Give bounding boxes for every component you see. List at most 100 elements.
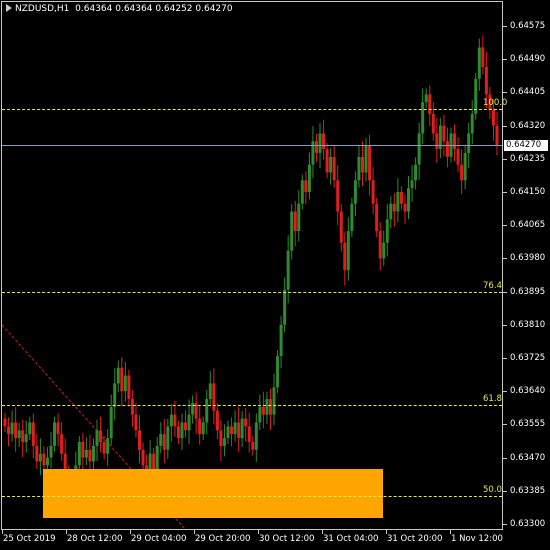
price-tick-label: 0.63895 [510, 286, 546, 297]
candle-body [88, 449, 92, 462]
candle-body [35, 445, 39, 462]
time-tick-label: 25 Oct 2019 [3, 534, 56, 544]
candle [431, 101, 435, 141]
candle-body [293, 211, 297, 232]
price-tick-label: 0.64405 [510, 87, 546, 98]
candle-body [155, 445, 159, 470]
time-tick-label: 1 Nov 12:00 [451, 534, 503, 544]
candle-body [453, 133, 457, 150]
candle [385, 204, 389, 257]
candle-body [414, 164, 418, 181]
candle-body [283, 289, 287, 325]
candle-body [357, 156, 361, 181]
fib-level-line[interactable] [2, 404, 502, 406]
candle-body [159, 434, 163, 446]
candle [99, 416, 103, 453]
candle-body [187, 414, 191, 431]
candle [116, 360, 120, 393]
price-tick [503, 324, 507, 326]
price-tick-label: 0.63725 [510, 353, 546, 363]
price-chart[interactable] [0, 0, 550, 550]
candle-body [205, 399, 209, 423]
candle-body [152, 453, 156, 470]
candle [212, 368, 216, 425]
candle [215, 403, 219, 440]
chart-header: NZDUSD,H1 0.64364 0.64364 0.64252 0.6427… [6, 3, 233, 14]
candle-body [410, 180, 414, 189]
candle-body [60, 434, 64, 454]
candle [495, 111, 499, 156]
candle-body [230, 426, 234, 435]
fib-level-line[interactable] [2, 495, 502, 497]
price-tick [503, 158, 507, 160]
candle [7, 417, 11, 447]
candle [329, 147, 333, 185]
candle [95, 419, 99, 462]
price-tick [503, 59, 507, 61]
candle-body [240, 418, 244, 439]
price-tick [503, 424, 507, 426]
candle [251, 436, 255, 456]
candle [184, 410, 188, 438]
candle [233, 410, 237, 442]
candle [322, 119, 326, 160]
candle [187, 399, 191, 444]
candle [35, 433, 39, 469]
candle-body [304, 180, 308, 192]
demand-zone-rectangle[interactable] [43, 469, 383, 519]
price-tick-label: 0.63300 [510, 519, 546, 529]
fib-level-label: 100.0 [483, 98, 508, 109]
price-tick-label: 0.64320 [510, 120, 546, 131]
price-tick [503, 291, 507, 293]
candle [435, 118, 439, 163]
candle [134, 402, 138, 438]
candle [173, 400, 177, 437]
candle [169, 404, 173, 442]
candle-body [166, 426, 170, 450]
candle [123, 361, 127, 402]
candle [56, 413, 60, 447]
fib-level-line[interactable] [2, 109, 502, 111]
candle-body [31, 422, 35, 446]
candle [300, 174, 304, 210]
chart-window[interactable]: 100.0 76.4 61.8 50.0 0.64270 0.64575 0.64490… [0, 0, 550, 550]
candle-body [99, 430, 103, 442]
candle-body [276, 356, 280, 388]
candle-body [247, 426, 251, 442]
candle [138, 415, 142, 464]
candle [205, 390, 209, 435]
candle-body [10, 422, 14, 435]
candle-body [53, 422, 57, 446]
candle-body [184, 422, 188, 431]
candle-body [233, 422, 237, 435]
candle-body [435, 133, 439, 150]
candle-body [392, 203, 396, 212]
candle [368, 134, 372, 196]
candle [159, 422, 163, 454]
time-tick-label: 29 Oct 20:00 [195, 534, 251, 544]
candle-body [212, 383, 216, 411]
candle [470, 100, 474, 144]
candle-body [106, 438, 110, 454]
candle-body [91, 445, 95, 462]
candle-body [343, 242, 347, 271]
candle-body [268, 399, 272, 415]
candle [208, 371, 212, 407]
candle [24, 420, 28, 453]
fib-level-label: 76.4 [483, 280, 502, 291]
candle-body [222, 438, 226, 446]
candle [272, 373, 276, 426]
candle-body [456, 149, 460, 165]
candle-body [141, 449, 145, 466]
fib-level-line[interactable] [2, 291, 502, 293]
candle [346, 217, 350, 281]
candle-body [180, 422, 184, 439]
candle [81, 432, 85, 470]
fib-level-label: 50.0 [483, 484, 502, 495]
candle-body [424, 94, 428, 103]
candle-body [322, 133, 326, 150]
candle-body [307, 164, 311, 192]
candle-body [127, 375, 131, 400]
price-tick [503, 391, 507, 393]
candle-body [279, 324, 283, 357]
